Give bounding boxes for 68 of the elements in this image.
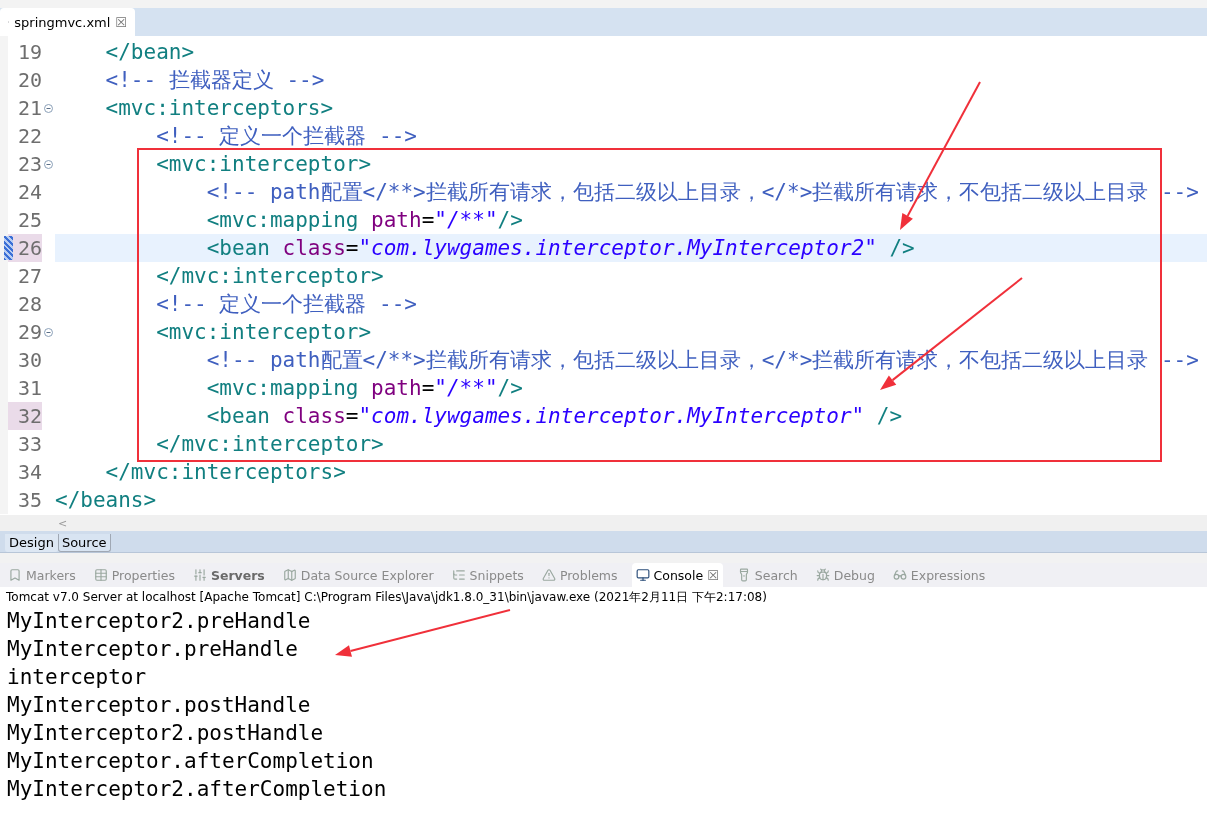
glasses-icon bbox=[892, 568, 907, 582]
horizontal-scrollbar[interactable]: < bbox=[0, 515, 1207, 531]
view-tab[interactable]: Search bbox=[732, 563, 802, 587]
line-number: 19 bbox=[16, 39, 42, 66]
code-line: </beans> bbox=[55, 487, 158, 514]
line-number: 30 bbox=[16, 347, 42, 374]
line-number: 28 bbox=[16, 291, 42, 318]
console-output-line: MyInterceptor2.postHandle bbox=[6, 720, 324, 747]
code-line: <mvc:mapping path="/**"/> bbox=[205, 375, 524, 402]
table-icon bbox=[93, 568, 108, 582]
view-tab[interactable]: Properties bbox=[89, 563, 179, 587]
console-output-line: MyInterceptor2.afterCompletion bbox=[6, 776, 387, 803]
bookmark-icon bbox=[8, 568, 22, 582]
editor-mode-tab[interactable]: Design bbox=[5, 534, 58, 552]
line-number: 29 bbox=[16, 319, 42, 346]
code-line: </mvc:interceptors> bbox=[104, 459, 347, 486]
editor-mode-tab[interactable]: Source bbox=[57, 534, 111, 552]
console-output-line: MyInterceptor.afterCompletion bbox=[6, 748, 374, 775]
code-line: <mvc:interceptors> bbox=[104, 95, 335, 122]
view-tab[interactable]: Console ☒ bbox=[631, 563, 723, 587]
code-line: <bean class="com.lywgames.interceptor.MyInterceptor" /> bbox=[205, 403, 904, 430]
line-number: 27 bbox=[16, 263, 42, 290]
code-line: <!-- 定义一个拦截器 --> bbox=[155, 123, 418, 150]
view-tab[interactable]: Debug bbox=[811, 563, 879, 587]
line-number: 31 bbox=[16, 375, 42, 402]
marker-icon bbox=[4, 236, 13, 260]
line-number: 22 bbox=[16, 123, 42, 150]
view-tab[interactable]: Problems bbox=[537, 563, 622, 587]
line-number: 34 bbox=[16, 459, 42, 486]
scroll-left-arrow[interactable]: < bbox=[58, 516, 68, 530]
view-tab[interactable]: Expressions bbox=[888, 563, 990, 587]
code-line: </bean> bbox=[104, 39, 196, 66]
console-output-line: MyInterceptor2.preHandle bbox=[6, 608, 311, 635]
line-number: 21 bbox=[16, 95, 42, 122]
editor-tab[interactable]: springmvc.xml ☒ bbox=[0, 8, 135, 36]
list-icon bbox=[451, 568, 466, 582]
close-icon[interactable]: ☒ bbox=[115, 14, 127, 30]
code-line: <!-- 拦截器定义 --> bbox=[104, 67, 326, 94]
code-line: <mvc:interceptor> bbox=[155, 151, 373, 178]
view-tab[interactable]: Servers bbox=[188, 563, 269, 587]
fold-icon[interactable] bbox=[44, 327, 53, 337]
line-number: 32 bbox=[8, 402, 42, 430]
line-number: 35 bbox=[16, 487, 42, 514]
line-number: 25 bbox=[16, 207, 42, 234]
line-number: 20 bbox=[16, 67, 42, 94]
view-tab[interactable]: Markers bbox=[4, 563, 80, 587]
console-output-line: interceptor bbox=[6, 664, 147, 691]
line-number: 23 bbox=[16, 151, 42, 178]
console-header: Tomcat v7.0 Server at localhost [Apache Tomcat] C:\Program Files\Java\jdk1.8.0_31\bin\javaw.exe (2021年2月11日 下午2:17:08) bbox=[5, 589, 768, 606]
code-line: <!-- 定义一个拦截器 --> bbox=[155, 291, 418, 318]
view-tab[interactable]: Data Source Explorer bbox=[278, 563, 438, 587]
sliders-icon bbox=[192, 568, 207, 582]
close-icon[interactable]: ☒ bbox=[707, 567, 719, 583]
bug-icon bbox=[815, 568, 830, 582]
line-number: 24 bbox=[16, 179, 42, 206]
monitor-icon bbox=[635, 568, 650, 582]
fold-icon[interactable] bbox=[44, 159, 53, 169]
view-tab[interactable]: Snippets bbox=[447, 563, 528, 587]
code-line: </mvc:interceptor> bbox=[155, 431, 385, 458]
warning-icon bbox=[541, 568, 556, 582]
code-line: <mvc:interceptor> bbox=[155, 319, 373, 346]
map-icon bbox=[282, 568, 297, 582]
code-line: <mvc:mapping path="/**"/> bbox=[205, 207, 524, 234]
line-number: 33 bbox=[16, 431, 42, 458]
code-line: </mvc:interceptor> bbox=[155, 263, 385, 290]
fold-icon[interactable] bbox=[44, 103, 53, 113]
console-output-line: MyInterceptor.preHandle bbox=[6, 636, 298, 663]
console-output-line: MyInterceptor.postHandle bbox=[6, 692, 311, 719]
